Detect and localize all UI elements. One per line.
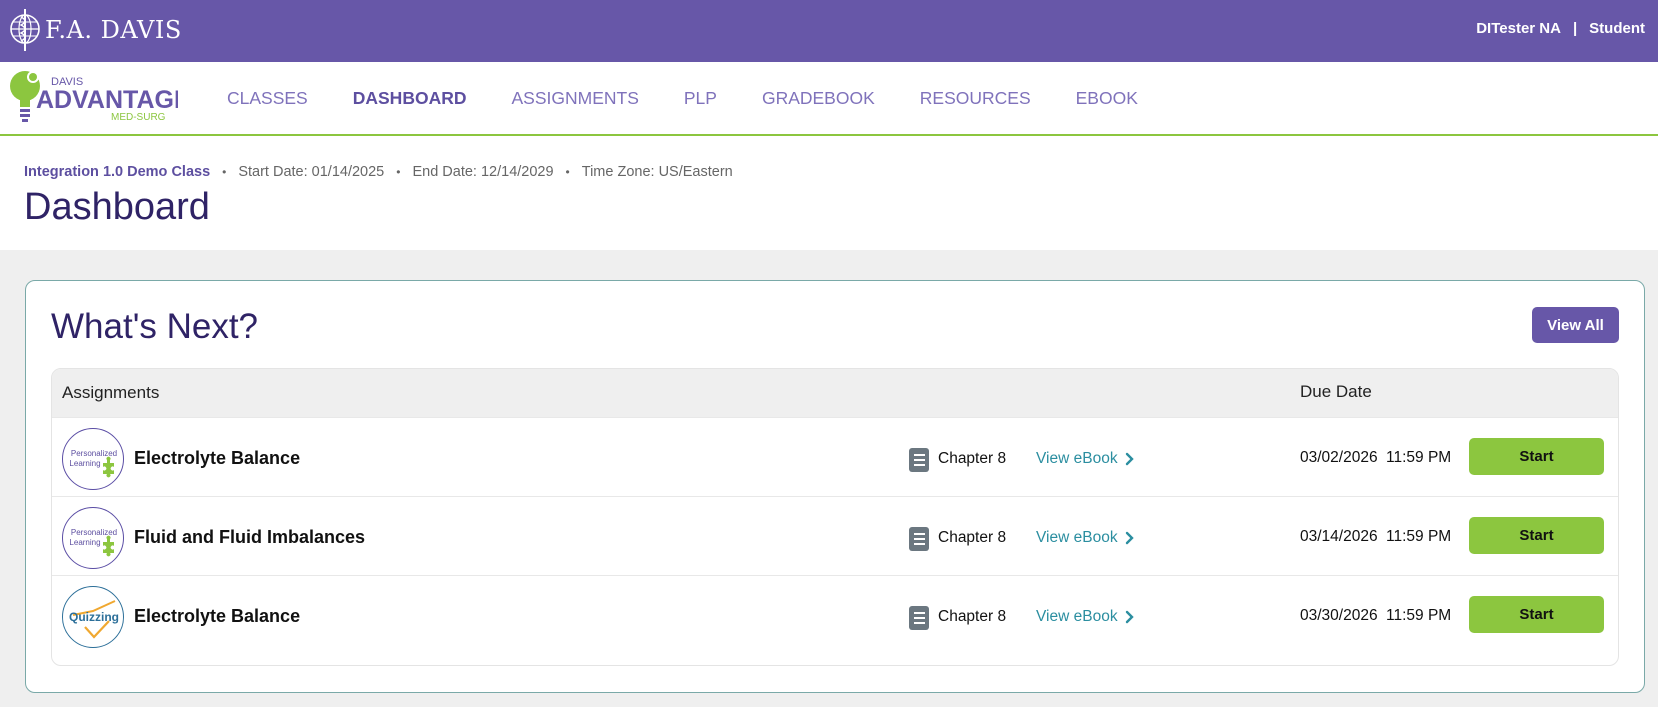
start-date: Start Date: 01/14/2025 [238, 164, 385, 180]
time-zone: Time Zone: US/Eastern [581, 164, 733, 180]
svg-text:Learning: Learning [69, 459, 100, 468]
nav-item-ebook[interactable]: EBOOK [1076, 88, 1138, 109]
assignments-column-header: Assignments [62, 383, 160, 402]
nav-item-gradebook[interactable]: GRADEBOOK [762, 88, 875, 109]
quizzing-icon: Quizzing [62, 586, 124, 648]
logo-main-text: ADVANTAGE [36, 86, 178, 114]
fa-davis-logo[interactable]: F.A. DAVIS [8, 7, 182, 53]
chapter-label: Chapter 8 [938, 450, 1007, 467]
chapter-label: Chapter 8 [938, 529, 1007, 546]
due-date: 03/30/2026 [1300, 607, 1378, 624]
class-name[interactable]: Integration 1.0 Demo Class [24, 164, 210, 180]
svg-text:Learning: Learning [69, 538, 100, 547]
nav-item-resources[interactable]: RESOURCES [920, 88, 1031, 109]
due-time: 11:59 PM [1386, 449, 1452, 466]
table-row: Personalized Learning Fluid and Fluid Imba… [52, 496, 1618, 579]
user-menu: DITester NA | Student [1476, 20, 1645, 37]
class-meta: Integration 1.0 Demo Class • Start Date:… [24, 164, 733, 180]
book-icon [909, 606, 929, 630]
logo-sub-text: MED-SURG [111, 112, 166, 123]
start-button[interactable]: Start [1469, 438, 1604, 475]
user-role: Student [1589, 20, 1645, 37]
due-date: 03/02/2026 [1300, 449, 1378, 466]
start-button[interactable]: Start [1469, 517, 1604, 554]
top-bar: F.A. DAVIS DITester NA | Student [0, 0, 1658, 62]
meta-dot: • [222, 165, 227, 179]
user-name[interactable]: DITester NA [1476, 20, 1561, 37]
due-date: 03/14/2026 [1300, 528, 1378, 545]
meta-dot: • [396, 165, 401, 179]
assignment-title[interactable]: Electrolyte Balance [134, 448, 300, 469]
nav-item-classes[interactable]: CLASSES [227, 88, 308, 109]
personalized-learning-icon: Personalized Learning [62, 507, 124, 569]
table-row: Quizzing Electrolyte Balance Chapter 8 View… [52, 575, 1618, 658]
davis-advantage-logo[interactable]: DAVIS ADVANTAGE MED-SURG [8, 66, 178, 130]
end-date: End Date: 12/14/2029 [412, 164, 554, 180]
nav-item-assignments[interactable]: ASSIGNMENTS [511, 88, 638, 109]
view-ebook-link[interactable]: View eBook [1036, 450, 1118, 468]
assignment-title[interactable]: Fluid and Fluid Imbalances [134, 527, 365, 548]
svg-text:Quizzing: Quizzing [69, 610, 119, 624]
view-all-button[interactable]: View All [1532, 307, 1619, 343]
chevron-right-icon[interactable] [1125, 531, 1134, 545]
whats-next-card: What's Next? View All Assignments Due Da… [25, 280, 1645, 693]
view-ebook-link[interactable]: View eBook [1036, 529, 1118, 547]
svg-text:Personalized: Personalized [71, 528, 117, 537]
page-header: Integration 1.0 Demo Class • Start Date:… [0, 136, 1658, 250]
assignment-title[interactable]: Electrolyte Balance [134, 606, 300, 627]
chapter-label: Chapter 8 [938, 608, 1007, 625]
svg-text:Personalized: Personalized [71, 449, 117, 458]
due-date-column-header: Due Date [1300, 382, 1372, 401]
nav-item-dashboard[interactable]: DASHBOARD [353, 88, 467, 109]
assignments-table: Assignments Due Date Personalized Learnin… [51, 368, 1619, 666]
chevron-right-icon[interactable] [1125, 610, 1134, 624]
book-icon [909, 527, 929, 551]
main-nav-bar: DAVIS ADVANTAGE MED-SURG CLASSES DASHBOAR… [0, 62, 1658, 136]
table-header: Assignments Due Date [52, 369, 1618, 417]
start-button[interactable]: Start [1469, 596, 1604, 633]
globe-staff-icon [10, 9, 40, 51]
meta-dot: • [565, 165, 570, 179]
personalized-learning-icon: Personalized Learning [62, 428, 124, 490]
due-time: 11:59 PM [1386, 528, 1452, 545]
due-time: 11:59 PM [1386, 607, 1452, 624]
whats-next-title: What's Next? [51, 307, 259, 346]
user-separator: | [1572, 20, 1578, 37]
page-title: Dashboard [24, 186, 210, 228]
book-icon [909, 448, 929, 472]
nav-item-plp[interactable]: PLP [684, 88, 717, 109]
brand-name: F.A. DAVIS [45, 16, 182, 44]
table-row: Personalized Learning Electrolyte Balance C… [52, 417, 1618, 500]
nav-menu: CLASSES DASHBOARD ASSIGNMENTS PLP GRADEBOOK R… [227, 62, 1183, 134]
chevron-right-icon[interactable] [1125, 452, 1134, 466]
view-ebook-link[interactable]: View eBook [1036, 608, 1118, 626]
